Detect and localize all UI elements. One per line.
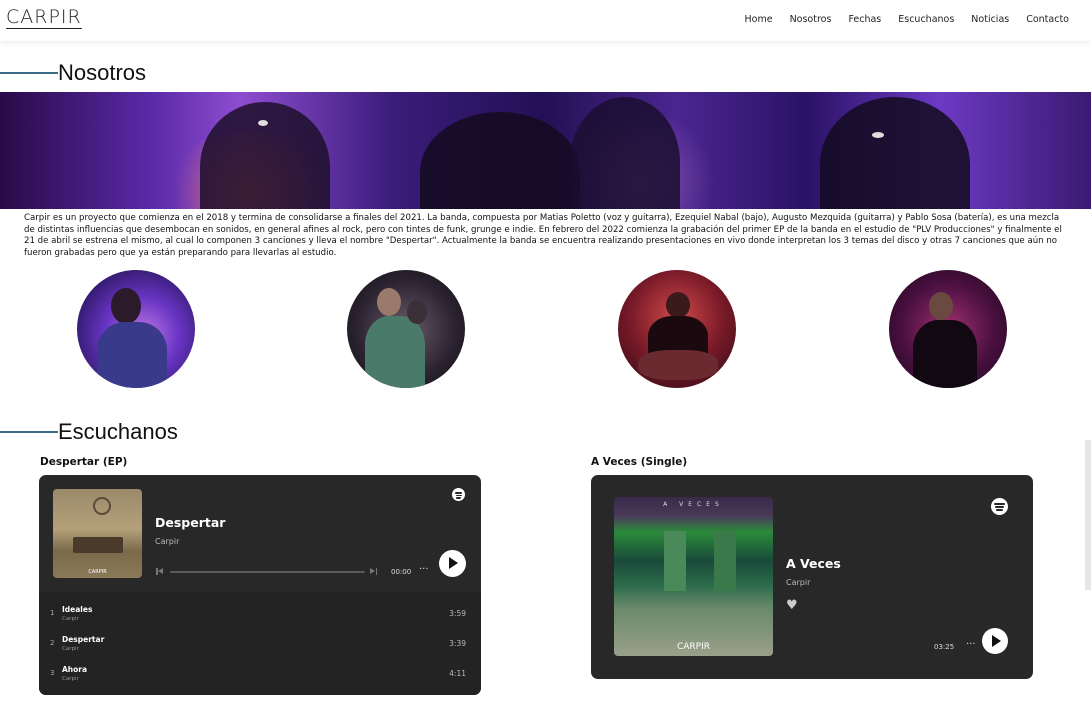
single-title[interactable]: A Veces bbox=[786, 556, 841, 571]
about-description: Carpir es un proyecto que comienza en el… bbox=[24, 213, 1062, 258]
ep-label: Despertar (EP) bbox=[40, 456, 128, 468]
track-row[interactable]: 3 Ahora Carpir 4:11 bbox=[39, 655, 480, 685]
progress-bar[interactable] bbox=[170, 570, 365, 573]
track-duration: 4:11 bbox=[449, 669, 466, 678]
heading-accent-line bbox=[0, 431, 58, 433]
track-number: 2 bbox=[50, 639, 55, 647]
single-label: A Veces (Single) bbox=[591, 456, 688, 468]
navbar: CARPIR Home Nosotros Fechas Escuchanos N… bbox=[0, 0, 1091, 41]
ep-cover-text: CARPIR bbox=[88, 569, 107, 575]
member-photo-2 bbox=[347, 270, 465, 388]
prev-track-icon[interactable] bbox=[156, 567, 163, 576]
ep-cover-art: CARPIR bbox=[53, 489, 142, 578]
track-artist: Carpir bbox=[62, 676, 79, 682]
spotify-player-ep: CARPIR Despertar Carpir 00:00 ··· 1 Idea… bbox=[39, 475, 481, 695]
track-row[interactable]: 1 Ideales Carpir 3:59 bbox=[39, 595, 480, 625]
member-photo-3 bbox=[618, 270, 736, 388]
listen-heading: Escuchanos bbox=[0, 419, 178, 445]
single-duration: 03:25 bbox=[934, 643, 955, 651]
track-number: 3 bbox=[50, 669, 55, 677]
spotify-icon[interactable] bbox=[991, 498, 1008, 515]
track-duration: 3:59 bbox=[449, 609, 466, 618]
track-number: 1 bbox=[50, 609, 55, 617]
ep-artist[interactable]: Carpir bbox=[155, 537, 179, 546]
nav-escuchanos[interactable]: Escuchanos bbox=[898, 14, 954, 25]
more-options-icon[interactable]: ··· bbox=[419, 564, 429, 575]
band-banner-image bbox=[0, 92, 1091, 209]
nav-noticias[interactable]: Noticias bbox=[971, 14, 1009, 25]
play-button[interactable] bbox=[982, 628, 1008, 654]
single-cover-text: CARPIR bbox=[676, 642, 711, 652]
about-heading: Nosotros bbox=[0, 60, 146, 86]
track-name: Ahora bbox=[62, 665, 88, 674]
listen-title: Escuchanos bbox=[58, 419, 178, 444]
nav-menu: Home Nosotros Fechas Escuchanos Noticias… bbox=[745, 14, 1070, 25]
ep-title[interactable]: Despertar bbox=[155, 515, 225, 530]
spotify-icon[interactable] bbox=[452, 488, 465, 501]
play-button[interactable] bbox=[439, 550, 466, 577]
track-name: Ideales bbox=[62, 605, 93, 614]
single-artist[interactable]: Carpir bbox=[786, 578, 810, 587]
track-artist: Carpir bbox=[62, 616, 79, 622]
nav-fechas[interactable]: Fechas bbox=[848, 14, 881, 25]
scrollbar[interactable] bbox=[1085, 440, 1091, 590]
member-photo-4 bbox=[889, 270, 1007, 388]
spotify-player-single: A VECES CARPIR A Veces Carpir ♥ 03:25 ··… bbox=[591, 475, 1033, 679]
track-artist: Carpir bbox=[62, 646, 79, 652]
single-cover-top-text: A VECES bbox=[663, 501, 724, 508]
track-row[interactable]: 2 Despertar Carpir 3:39 bbox=[39, 625, 480, 655]
heart-icon[interactable]: ♥ bbox=[786, 599, 798, 612]
track-duration: 3:39 bbox=[449, 639, 466, 648]
about-title: Nosotros bbox=[58, 60, 147, 85]
track-name: Despertar bbox=[62, 635, 105, 644]
nav-contacto[interactable]: Contacto bbox=[1026, 14, 1069, 25]
more-options-icon[interactable]: ··· bbox=[966, 639, 976, 650]
single-cover-art: A VECES CARPIR bbox=[614, 497, 773, 656]
member-photo-1 bbox=[77, 270, 195, 388]
nav-home[interactable]: Home bbox=[745, 14, 773, 25]
nav-nosotros[interactable]: Nosotros bbox=[790, 14, 832, 25]
brand-logo[interactable]: CARPIR bbox=[6, 7, 82, 29]
time-elapsed: 00:00 bbox=[391, 568, 412, 576]
next-track-icon[interactable] bbox=[370, 567, 377, 576]
heading-accent-line bbox=[0, 72, 58, 74]
